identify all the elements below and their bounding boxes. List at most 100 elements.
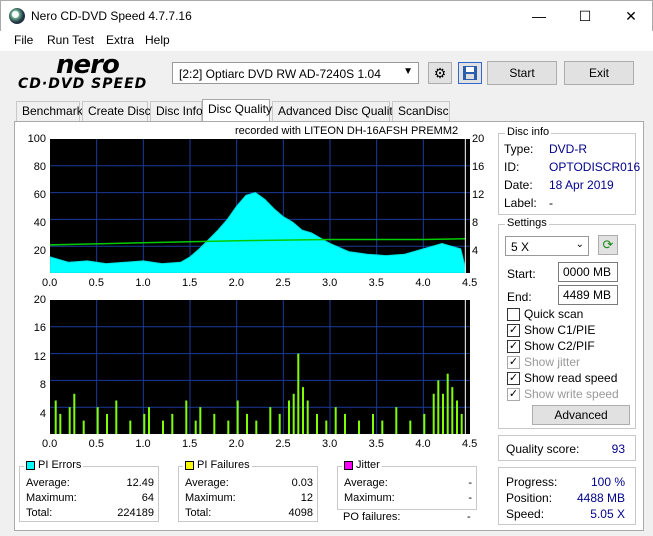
tab-disc-info[interactable]: Disc Info	[150, 101, 203, 121]
recorded-with-label: recorded with LITEON DH-16AFSH PREMM2	[235, 125, 459, 137]
menu-run-test[interactable]: Run Test	[47, 33, 94, 47]
pi-failures-bar	[297, 353, 300, 434]
disc-info-group: Disc info Type: DVD-R ID: OPTODISCR016 D…	[498, 126, 640, 215]
tab-create-disc[interactable]: Create Disc	[82, 101, 151, 121]
pi-failures-bar	[381, 420, 384, 434]
chart2-x-axis: 0.0 0.5 1.0 1.5 2.0 2.5 3.0 3.5 4.0 4.5	[42, 438, 477, 452]
chart1-y-left-tick-label: 100	[27, 133, 46, 145]
save-button[interactable]	[458, 62, 482, 84]
speed-select[interactable]: 5 X ⌄	[505, 236, 589, 256]
menu-file[interactable]: File	[14, 33, 33, 47]
chart1-x-axis: 0.0 0.5 1.0 1.5 2.0 2.5 3.0 3.5 4.0 4.5	[42, 277, 477, 291]
exit-button[interactable]: Exit	[564, 61, 634, 85]
pi-failures-bar	[325, 420, 328, 434]
maximize-button[interactable]: ☐	[562, 1, 608, 32]
pi-failures-avg-value: 0.03	[291, 477, 313, 489]
progress-box: Progress: 100 % Position: 4488 MB Speed:…	[498, 467, 636, 525]
pi-failures-bar	[255, 420, 258, 434]
disc-label-value: -	[549, 196, 553, 210]
pi-failures-bar	[395, 407, 398, 434]
checkbox-show-c2-pif[interactable]: ✓	[507, 340, 520, 353]
chart1-x-tick-label: 3.0	[322, 277, 338, 289]
pi-errors-total-value: 224189	[117, 507, 154, 519]
chart2-x-tick-label: 4.0	[415, 438, 431, 450]
pi-failures-bar	[82, 420, 85, 434]
checkbox-label: Show read speed	[524, 371, 618, 385]
chart2-x-tick-label: 0.5	[88, 438, 104, 450]
quality-score-box: Quality score: 93	[498, 435, 636, 461]
pi-failures-title: PI Failures	[197, 459, 250, 471]
chart1-y-left-tick-label: 40	[33, 217, 46, 229]
pi-failures-bar	[162, 420, 164, 434]
tab-benchmark[interactable]: Benchmark	[16, 101, 83, 121]
disc-label-label: Label:	[504, 196, 537, 210]
checkbox-show-c1-pie[interactable]: ✓	[507, 324, 520, 337]
start-label: Start:	[507, 267, 536, 281]
pi-errors-swatch	[26, 460, 35, 470]
checkbox-label: Show write speed	[524, 387, 619, 401]
pi-failures-bar	[302, 387, 304, 434]
pi-failures-bar	[278, 413, 281, 434]
minimize-button[interactable]: —	[516, 1, 562, 32]
checkbox-label: Show jitter	[524, 355, 581, 369]
disc-info-title: Disc info	[505, 126, 552, 138]
chevron-down-icon: ▼	[403, 66, 413, 77]
chart1-y-right-tick-label: 4	[472, 245, 479, 257]
checkbox-show-read-speed[interactable]: ✓	[507, 372, 520, 385]
pi-failures-bar	[446, 373, 449, 434]
close-button[interactable]: ✕	[608, 1, 653, 32]
start-input[interactable]: 0000 MB	[558, 262, 618, 282]
chart2-x-tick-label: 0.0	[42, 438, 58, 450]
pi-failures-max-value: 12	[300, 492, 313, 504]
chart1-right-axis: 20 16 12 8 4	[472, 133, 494, 273]
chart1-x-tick-label: 2.0	[228, 277, 244, 289]
pi-failures-bar	[269, 407, 272, 434]
advanced-button[interactable]: Advanced	[532, 405, 630, 425]
disc-date-value: 18 Apr 2019	[549, 178, 614, 192]
disc-type-label: Type:	[504, 142, 534, 156]
chart2-x-tick-label: 3.0	[322, 438, 338, 450]
pi-failures-bar	[199, 407, 202, 434]
speed-value: 5.05 X	[590, 507, 625, 521]
speed-label: Speed:	[506, 507, 545, 521]
pi-failures-bar	[171, 413, 174, 434]
refresh-button[interactable]: ⟳	[598, 235, 618, 255]
pi-failures-bar	[292, 393, 295, 434]
pi-failures-bar	[54, 400, 57, 434]
tab-scandisc[interactable]: ScanDisc	[392, 101, 450, 121]
checkbox-label: Show C1/PIE	[524, 323, 596, 337]
tab-disc-quality[interactable]: Disc Quality	[202, 99, 272, 122]
pi-failures-bar	[129, 420, 132, 434]
pi-failures-bar	[344, 413, 346, 434]
end-input[interactable]: 4489 MB	[558, 285, 618, 305]
chart1-x-tick-label: 2.5	[275, 277, 291, 289]
position-value: 4488 MB	[576, 491, 625, 505]
save-icon	[463, 66, 477, 80]
disc-date-label: Date:	[504, 178, 533, 192]
pi-failures-bar	[451, 387, 454, 434]
chart1-x-tick-label: 0.5	[88, 277, 104, 289]
settings-group: Settings 5 X ⌄ ⟳ Start: 0000 MB End: 448…	[498, 217, 636, 429]
pi-failures-bar	[306, 400, 309, 434]
disc-id-label: ID:	[504, 160, 520, 174]
drive-select[interactable]: [2:2] Optiarc DVD RW AD-7240S 1.04 ▼	[172, 62, 419, 84]
chart2-left-axis: 20 16 12 8 4	[20, 294, 46, 436]
chart1-x-tick-label: 3.5	[368, 277, 384, 289]
start-button[interactable]: Start	[487, 61, 557, 85]
pi-failures-total-value: 4098	[288, 507, 313, 519]
chart2-y-tick-label: 20	[33, 294, 46, 306]
checkbox-quick-scan[interactable]	[507, 308, 520, 321]
chart2-y-tick-label: 16	[33, 322, 46, 335]
pi-failures-bar	[227, 420, 230, 434]
refresh-icon: ⟳	[602, 237, 614, 252]
pi-failures-bar	[115, 400, 118, 434]
chart1-x-tick-label: 1.5	[182, 277, 198, 289]
tab-advanced-disc-quality[interactable]: Advanced Disc Quality	[272, 101, 399, 121]
pi-failures-bar	[106, 413, 108, 434]
pi-errors-avg-label: Average:	[26, 477, 70, 489]
eject-button[interactable]: ⚙	[428, 62, 452, 84]
menu-extra[interactable]: Extra	[106, 33, 134, 47]
pi-errors-group: PI Errors Average: 12.49 Maximum: 64 Tot…	[19, 459, 159, 522]
settings-title: Settings	[505, 217, 549, 229]
menu-help[interactable]: Help	[145, 33, 170, 47]
